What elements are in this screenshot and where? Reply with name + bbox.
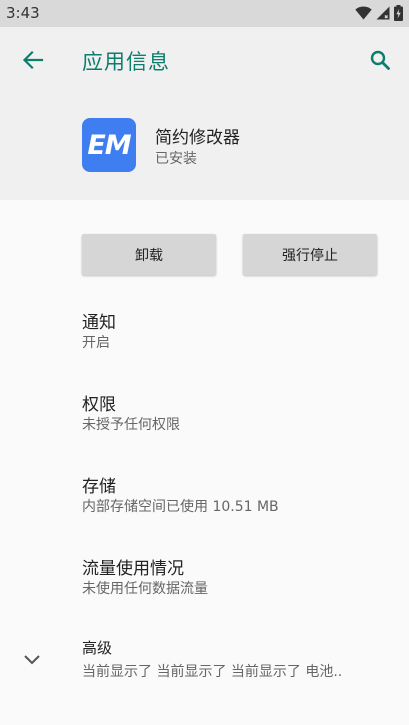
- arrow-left-icon: [22, 50, 44, 70]
- force-stop-button[interactable]: 强行停止: [243, 234, 377, 275]
- battery-icon: [394, 5, 403, 21]
- item-title: 通知: [82, 313, 116, 333]
- chevron-down-icon: [24, 655, 40, 665]
- list-item-notifications[interactable]: 通知 开启: [0, 308, 409, 364]
- item-subtitle: 内部存储空间已使用 10.51 MB: [82, 499, 279, 515]
- list-item-advanced[interactable]: 高级 当前显示了 当前显示了 当前显示了 电池..: [0, 637, 409, 693]
- page-title: 应用信息: [82, 50, 170, 74]
- back-button[interactable]: [16, 43, 50, 77]
- list-item-data-usage[interactable]: 流量使用情况 未使用任何数据流量: [0, 554, 409, 610]
- signal-icon: [376, 6, 390, 20]
- uninstall-button[interactable]: 卸载: [82, 234, 216, 275]
- item-title: 存储: [82, 477, 116, 497]
- item-subtitle: 未使用任何数据流量: [82, 581, 208, 597]
- item-subtitle: 未授予任何权限: [82, 417, 180, 433]
- item-subtitle: 当前显示了 当前显示了 当前显示了 电池..: [82, 664, 343, 680]
- list-item-storage[interactable]: 存储 内部存储空间已使用 10.51 MB: [0, 472, 409, 528]
- item-title: 流量使用情况: [82, 559, 184, 579]
- status-bar: 3:43: [0, 0, 409, 27]
- item-title: 权限: [82, 395, 116, 415]
- app-install-status: 已安装: [155, 151, 197, 167]
- status-time: 3:43: [6, 4, 40, 22]
- list-item-permissions[interactable]: 权限 未授予任何权限: [0, 390, 409, 446]
- app-header-section: 应用信息 EM 简约修改器 已安装: [0, 27, 409, 200]
- wifi-icon: [355, 6, 372, 20]
- status-icons: [355, 5, 403, 21]
- app-icon: EM: [82, 118, 136, 172]
- search-icon: [370, 50, 390, 70]
- app-name: 简约修改器: [155, 128, 240, 148]
- search-button[interactable]: [363, 43, 397, 77]
- item-subtitle: 开启: [82, 335, 110, 351]
- item-title: 高级: [82, 639, 113, 657]
